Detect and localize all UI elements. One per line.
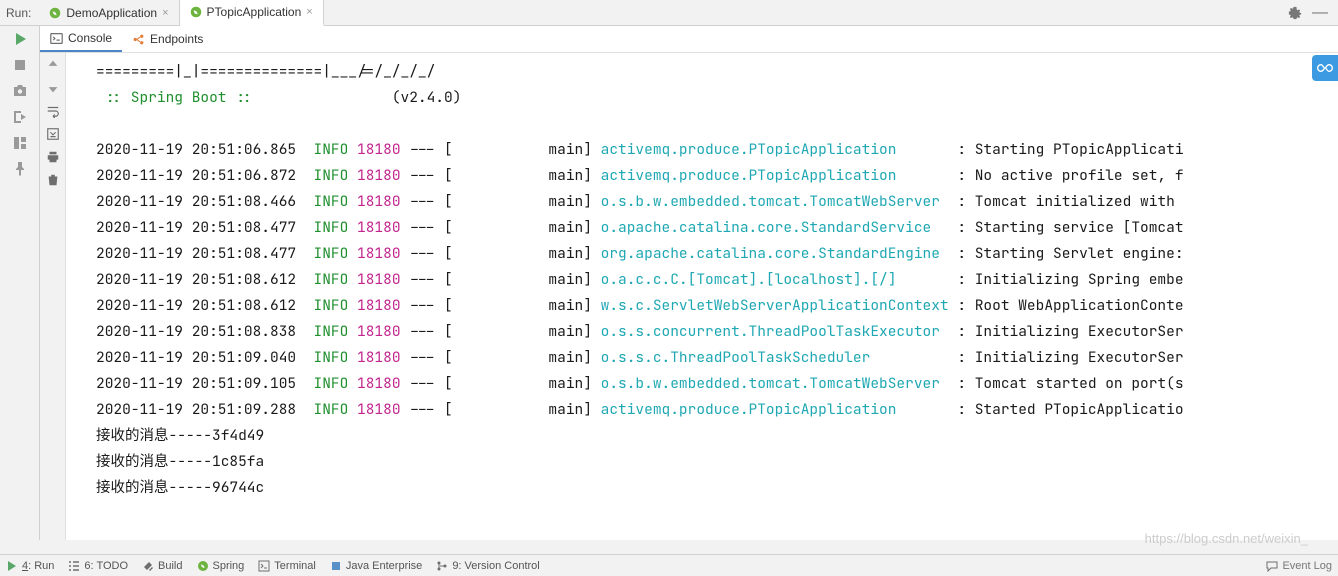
close-icon[interactable]: × — [162, 7, 168, 19]
status-bar: 4: Run 6: TODO Build Spring Terminal Jav… — [0, 554, 1338, 576]
spring-leaf-icon — [49, 7, 61, 19]
scroll-to-end-icon[interactable] — [46, 127, 60, 141]
run-tab-label: DemoApplication — [66, 6, 157, 20]
run-tabs: DemoApplication × PTopicApplication × — [39, 0, 323, 25]
close-icon[interactable]: × — [306, 6, 312, 18]
tool-window-run[interactable]: 4: Run — [6, 560, 54, 572]
spring-leaf-icon — [197, 560, 209, 572]
console-output[interactable]: =========|_|==============|___/=/_/_/_/ … — [66, 53, 1338, 540]
run-tab-ptopic[interactable]: PTopicApplication × — [180, 0, 324, 26]
stop-icon[interactable] — [12, 57, 28, 73]
terminal-icon — [258, 560, 270, 572]
console-tools-gutter — [40, 53, 66, 540]
event-log[interactable]: Event Log — [1266, 560, 1332, 572]
run-header: Run: DemoApplication × PTopicApplication… — [0, 0, 1338, 26]
tool-window-todo[interactable]: 6: TODO — [68, 560, 128, 572]
code-with-me-badge[interactable] — [1312, 55, 1338, 81]
layout-icon[interactable] — [12, 135, 28, 151]
console-tab[interactable]: Console — [40, 26, 122, 52]
endpoints-tab-label: Endpoints — [150, 32, 203, 46]
console-icon — [50, 32, 63, 45]
run-controls-gutter — [0, 26, 40, 540]
tool-window-build[interactable]: Build — [142, 560, 182, 572]
print-icon[interactable] — [46, 150, 60, 164]
pin-icon[interactable] — [12, 161, 28, 177]
run-label: Run: — [6, 6, 31, 20]
endpoints-icon — [132, 33, 145, 46]
endpoints-tab[interactable]: Endpoints — [122, 26, 213, 52]
minimize-icon[interactable]: — — [1312, 4, 1328, 22]
hammer-icon — [142, 560, 154, 572]
camera-icon[interactable] — [12, 83, 28, 99]
gear-icon[interactable] — [1288, 6, 1302, 20]
bubble-icon — [1266, 560, 1278, 572]
tool-window-terminal[interactable]: Terminal — [258, 560, 316, 572]
exit-icon[interactable] — [12, 109, 28, 125]
java-ee-icon — [330, 560, 342, 572]
list-icon — [68, 560, 80, 572]
run-tab-demo[interactable]: DemoApplication × — [39, 0, 179, 25]
tool-window-java-ee[interactable]: Java Enterprise — [330, 560, 422, 572]
spring-leaf-icon — [190, 6, 202, 18]
up-icon[interactable] — [46, 58, 60, 72]
tool-window-spring[interactable]: Spring — [197, 560, 245, 572]
play-icon — [6, 560, 18, 572]
console-tabs: Console Endpoints — [40, 26, 1338, 53]
soft-wrap-icon[interactable] — [46, 104, 60, 118]
trash-icon[interactable] — [46, 173, 60, 187]
branch-icon — [436, 560, 448, 572]
tool-window-vcs[interactable]: 9: Version Control — [436, 560, 539, 572]
infinity-icon — [1317, 60, 1333, 76]
run-tab-label: PTopicApplication — [207, 5, 302, 19]
console-tab-label: Console — [68, 31, 112, 45]
rerun-icon[interactable] — [12, 31, 28, 47]
down-icon[interactable] — [46, 81, 60, 95]
